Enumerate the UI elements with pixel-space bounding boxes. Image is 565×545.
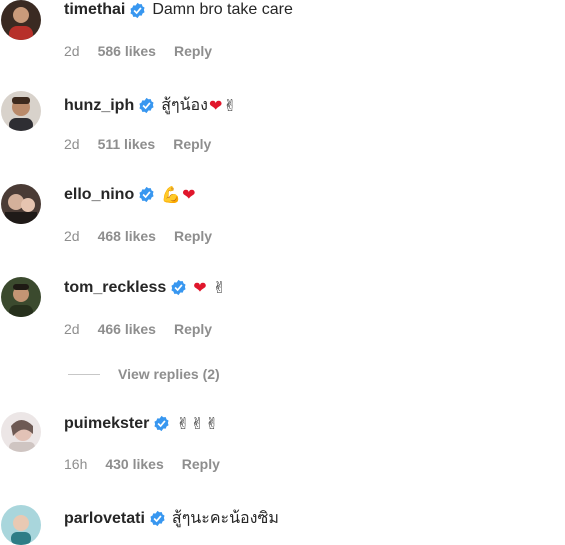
comment-username[interactable]: tom_reckless	[64, 279, 166, 297]
red-heart-emoji-icon: ❤	[193, 278, 207, 297]
reply-button[interactable]: Reply	[174, 228, 212, 244]
avatar[interactable]	[1, 0, 41, 40]
verified-badge-icon	[138, 97, 155, 114]
avatar[interactable]	[1, 412, 41, 452]
view-replies-label: View replies (2)	[118, 366, 220, 382]
reply-button[interactable]: Reply	[174, 43, 212, 59]
verified-badge-icon	[149, 510, 166, 527]
victory-hand-emoji-icon: ✌	[205, 414, 219, 433]
view-replies-button[interactable]: View replies (2)	[68, 366, 220, 382]
victory-hand-emoji-icon: ✌	[176, 414, 190, 433]
comment-text: Damn bro take care	[152, 1, 293, 18]
avatar[interactable]	[1, 91, 41, 131]
comment-time[interactable]: 2d	[64, 321, 80, 337]
avatar[interactable]	[1, 277, 41, 317]
comment-likes[interactable]: 511 likes	[98, 136, 156, 152]
reply-button[interactable]: Reply	[173, 136, 211, 152]
comment-time[interactable]: 2d	[64, 43, 80, 59]
comment-time[interactable]: 2d	[64, 228, 80, 244]
flexed-biceps-emoji-icon: 💪	[161, 185, 182, 204]
victory-hand-emoji-icon: ✌	[190, 414, 205, 433]
comment-text: สู้ๆนะคะน้องซิม	[171, 510, 279, 527]
comment-username[interactable]: timethai	[64, 1, 125, 19]
verified-badge-icon	[138, 186, 155, 203]
comment-likes[interactable]: 466 likes	[98, 321, 156, 337]
divider	[68, 373, 100, 375]
comment-username[interactable]: parlovetati	[64, 510, 145, 528]
comment-likes[interactable]: 430 likes	[105, 456, 163, 472]
reply-button[interactable]: Reply	[182, 456, 220, 472]
reply-button[interactable]: Reply	[174, 321, 212, 337]
red-heart-emoji-icon: ❤	[208, 96, 223, 115]
victory-hand-emoji-icon: ✌	[223, 96, 237, 115]
avatar[interactable]	[1, 505, 41, 545]
victory-hand-emoji-icon: ✌	[212, 278, 227, 297]
comment-likes[interactable]: 586 likes	[98, 43, 156, 59]
comment-username[interactable]: hunz_iph	[64, 97, 134, 115]
comment-text: สู้ๆน้อง	[161, 97, 208, 114]
comment-username[interactable]: ello_nino	[64, 186, 134, 204]
comment-likes[interactable]: 468 likes	[98, 228, 156, 244]
verified-badge-icon	[153, 415, 170, 432]
verified-badge-icon	[170, 279, 187, 296]
avatar[interactable]	[1, 184, 41, 224]
red-heart-emoji-icon: ❤	[182, 185, 196, 204]
comment-time[interactable]: 2d	[64, 136, 80, 152]
comment-username[interactable]: puimekster	[64, 415, 149, 433]
verified-badge-icon	[129, 2, 146, 19]
comment-time[interactable]: 16h	[64, 456, 87, 472]
